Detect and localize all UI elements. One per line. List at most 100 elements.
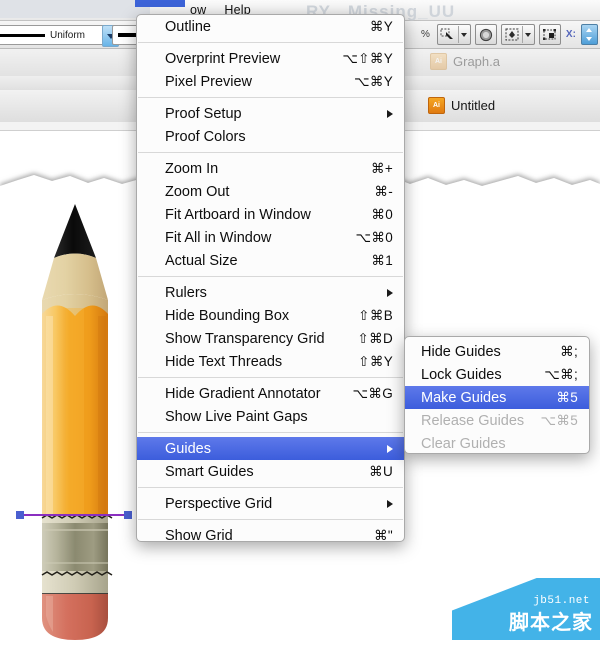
watermark-site-name: 脚本之家 <box>509 612 593 634</box>
clipping-mask-icon <box>502 26 522 43</box>
submenu-arrow-icon <box>387 444 393 453</box>
view-menu-item-zoom-in[interactable]: Zoom In ⌘+ <box>137 157 404 180</box>
menu-item-shortcut: ⌥⌘; <box>544 366 578 382</box>
view-menu-item-actual-size[interactable]: Actual Size ⌘1 <box>137 249 404 272</box>
view-menu-item-perspective-grid[interactable]: Perspective Grid <box>137 492 404 515</box>
percent-label: % <box>421 29 430 40</box>
view-menu-item-hide-gradient-annotator[interactable]: Hide Gradient Annotator ⌥⌘G <box>137 382 404 405</box>
view-menu-item-hide-text-threads[interactable]: Hide Text Threads ⇧⌘Y <box>137 350 404 373</box>
submenu-arrow-icon <box>387 109 393 118</box>
view-menu-item-show-grid[interactable]: Show Grid ⌘" <box>137 524 404 542</box>
view-menu-item-proof-colors[interactable]: Proof Colors <box>137 125 404 148</box>
view-menu-item-overprint-preview[interactable]: Overprint Preview ⌥⇧⌘Y <box>137 47 404 70</box>
menu-item-shortcut: ⌥⇧⌘Y <box>342 50 393 66</box>
selected-guide-path[interactable] <box>14 508 134 520</box>
menu-item-shortcut: ⌘; <box>560 343 578 359</box>
view-menu-item-smart-guides[interactable]: Smart Guides ⌘U <box>137 460 404 483</box>
menu-item-label: Fit Artboard in Window <box>165 206 311 223</box>
menu-item-shortcut: ⌘1 <box>371 252 393 268</box>
x-coordinate-label: X: <box>565 29 576 40</box>
menu-item-label: Hide Guides <box>421 343 501 360</box>
menu-separator <box>138 97 403 98</box>
menu-item-shortcut: ⌘5 <box>556 389 578 405</box>
menu-item-label: Overprint Preview <box>165 50 281 67</box>
view-menu-item-fit-all-in-window[interactable]: Fit All in Window ⌥⌘0 <box>137 226 404 249</box>
menu-item-label: Hide Text Threads <box>165 353 283 370</box>
menu-item-label: Zoom In <box>165 160 219 177</box>
menu-item-shortcut: ⌘+ <box>371 160 393 176</box>
view-menu-item-hide-bounding-box[interactable]: Hide Bounding Box ⇧⌘B <box>137 304 404 327</box>
clipping-mask-button[interactable] <box>500 24 535 45</box>
view-menu-item-rulers[interactable]: Rulers <box>137 281 404 304</box>
menu-item-shortcut: ⌘Y <box>369 18 393 34</box>
view-menu-item-show-transparency-grid[interactable]: Show Transparency Grid ⇧⌘D <box>137 327 404 350</box>
guides-submenu-dropdown[interactable]: Hide Guides ⌘; Lock Guides ⌥⌘; Make Guides ⌘5… <box>404 336 590 454</box>
grayscale-sphere-icon <box>476 26 496 43</box>
view-menu-item-pixel-preview[interactable]: Pixel Preview ⌥⌘Y <box>137 70 404 93</box>
view-menu-item-guides[interactable]: Guides <box>137 437 404 460</box>
menu-item-shortcut: ⌥⌘0 <box>355 229 393 245</box>
chevron-down-icon[interactable] <box>457 26 470 43</box>
submenu-arrow-icon <box>387 499 393 508</box>
menu-item-label: Show Transparency Grid <box>165 330 325 347</box>
menu-item-label: Outline <box>165 18 211 35</box>
chevron-down-icon[interactable] <box>521 26 534 43</box>
ai-document-icon: Ai <box>430 53 447 70</box>
document-tab-graph[interactable]: Ai Graph.a <box>430 53 500 70</box>
view-menu-item-outline[interactable]: Outline ⌘Y <box>137 15 404 38</box>
menu-item-label: Fit All in Window <box>165 229 272 246</box>
menu-item-label: Perspective Grid <box>165 495 273 512</box>
menu-item-label: Hide Bounding Box <box>165 307 290 324</box>
menu-separator <box>138 487 403 488</box>
menu-item-label: Show Live Paint Gaps <box>165 408 308 425</box>
view-menu-item-zoom-out[interactable]: Zoom Out ⌘- <box>137 180 404 203</box>
document-tab-label: Graph.a <box>453 54 500 69</box>
menu-item-shortcut: ⇧⌘Y <box>358 353 393 369</box>
view-menu-dropdown[interactable]: Outline ⌘Y Overprint Preview ⌥⇧⌘Y Pixel Prev… <box>136 14 405 542</box>
magic-wand-icon <box>438 26 458 43</box>
menu-item-label: Proof Setup <box>165 105 242 122</box>
control-panel-toolbar[interactable]: % X: <box>418 24 598 45</box>
stroke-line-icon <box>0 33 45 37</box>
guides-submenu-item-hide-guides[interactable]: Hide Guides ⌘; <box>405 340 589 363</box>
stroke-profile-value: Uniform <box>50 29 86 41</box>
view-menu-item-fit-artboard-in-window[interactable]: Fit Artboard in Window ⌘0 <box>137 203 404 226</box>
menu-item-shortcut: ⇧⌘D <box>357 330 393 346</box>
view-menu-item-proof-setup[interactable]: Proof Setup <box>137 102 404 125</box>
menu-separator <box>138 276 403 277</box>
menu-item-label: Zoom Out <box>165 183 230 200</box>
magic-wand-button[interactable] <box>436 24 471 45</box>
menu-item-label: Clear Guides <box>421 435 506 452</box>
menu-item-shortcut: ⇧⌘B <box>358 307 393 323</box>
guides-submenu-item-release-guides: Release Guides ⌥⌘5 <box>405 409 589 432</box>
menu-separator <box>138 432 403 433</box>
menu-item-label: Smart Guides <box>165 463 254 480</box>
envelope-distort-button[interactable] <box>538 24 561 45</box>
guides-submenu-item-make-guides[interactable]: Make Guides ⌘5 <box>405 386 589 409</box>
stroke-profile-select[interactable]: Uniform <box>0 25 119 47</box>
menu-item-shortcut: ⌘0 <box>371 206 393 222</box>
ai-document-icon: Ai <box>428 97 445 114</box>
menu-separator <box>138 377 403 378</box>
guides-submenu-item-lock-guides[interactable]: Lock Guides ⌥⌘; <box>405 363 589 386</box>
menu-bar-active-highlight <box>135 0 185 7</box>
menu-item-label: Make Guides <box>421 389 507 406</box>
menu-item-label: Actual Size <box>165 252 238 269</box>
document-tab-label: Untitled <box>451 98 496 113</box>
menu-item-label: Lock Guides <box>421 366 502 383</box>
view-menu-item-show-live-paint-gaps[interactable]: Show Live Paint Gaps <box>137 405 404 428</box>
menu-item-shortcut: ⌘- <box>374 183 393 199</box>
menu-item-label: Hide Gradient Annotator <box>165 385 321 402</box>
stepper-up-down-icon[interactable] <box>580 24 598 45</box>
grayscale-sphere-button[interactable] <box>474 24 497 45</box>
menu-separator <box>138 42 403 43</box>
menu-item-label: Proof Colors <box>165 128 246 145</box>
watermark: jb51.net 脚本之家 <box>452 578 600 640</box>
pencil-illustration[interactable] <box>20 196 130 640</box>
document-tab-untitled[interactable]: Ai Untitled <box>428 97 495 114</box>
menu-item-shortcut: ⌥⌘G <box>352 385 393 401</box>
menu-item-shortcut: ⌥⌘Y <box>354 73 393 89</box>
envelope-distort-icon <box>540 26 560 43</box>
submenu-arrow-icon <box>387 288 393 297</box>
menu-item-label: Guides <box>165 440 211 457</box>
